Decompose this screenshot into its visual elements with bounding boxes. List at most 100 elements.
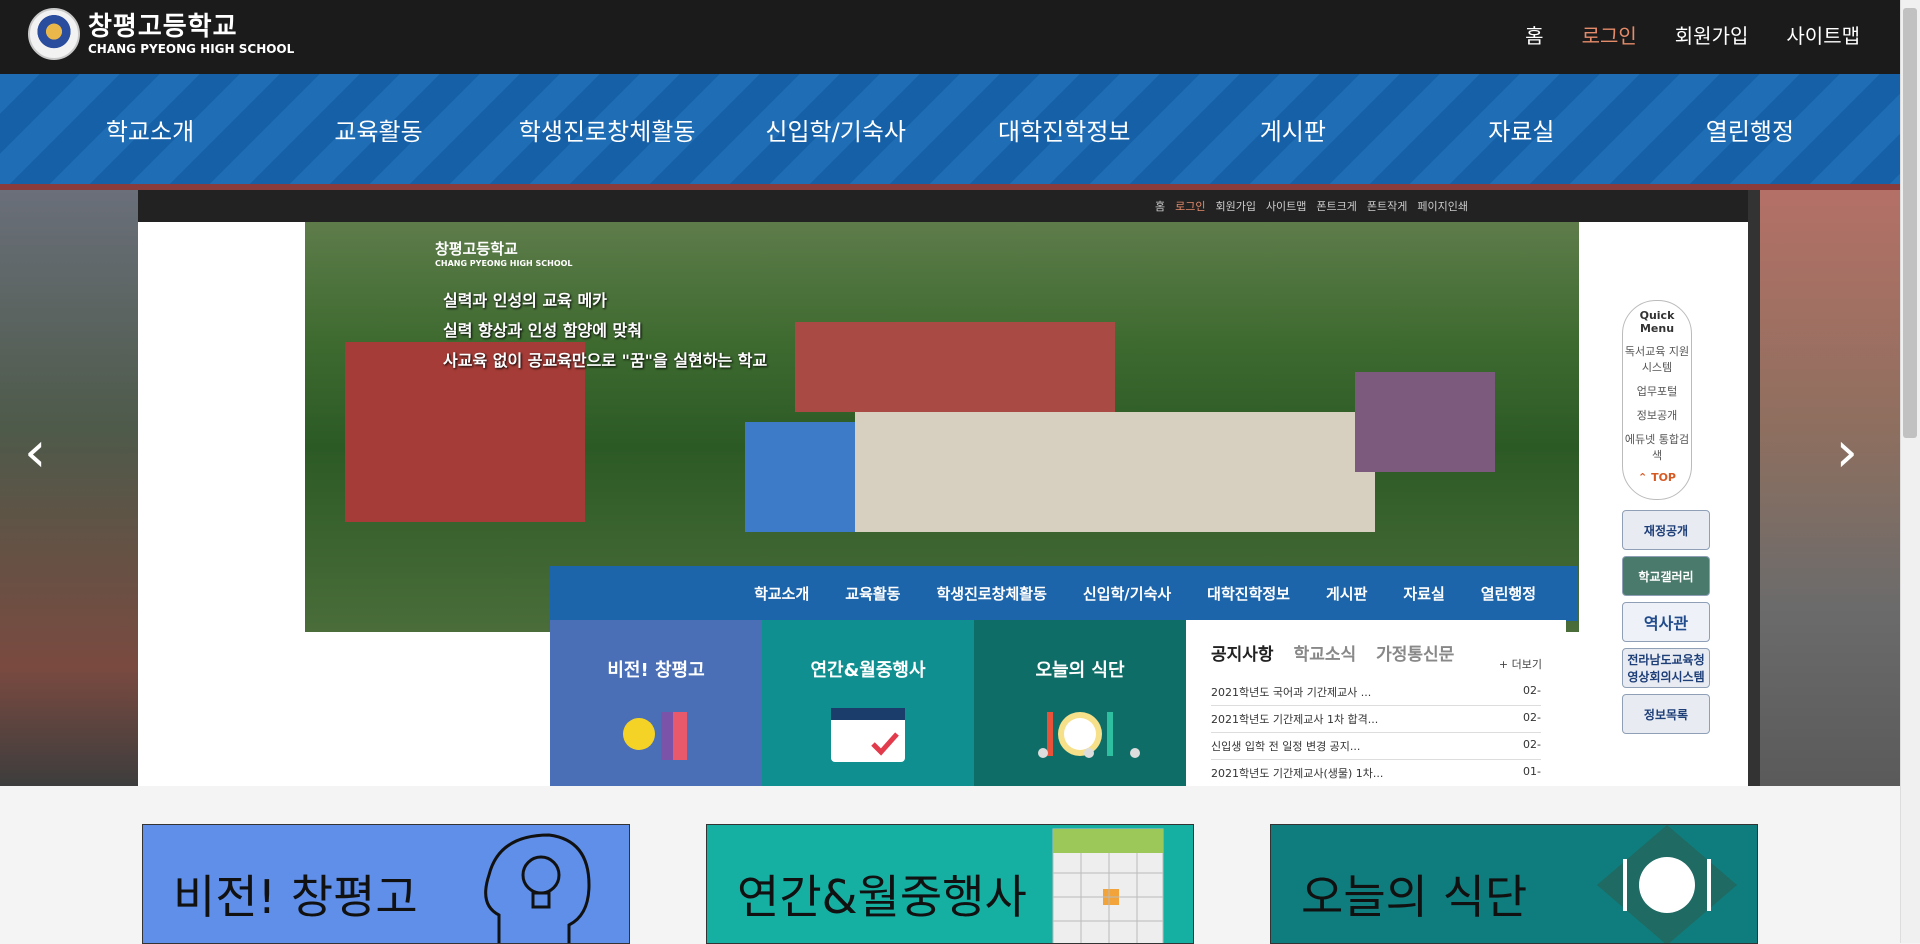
campus-logo-title: 창평고등학교 [435,240,518,258]
home-link[interactable]: 홈 [1525,20,1543,49]
slide-card-menu: 오늘의 식단 [974,620,1186,786]
slide-top-links: 홈 로그인 회원가입 사이트맵 폰트크게 폰트작게 페이지인쇄 [138,190,1748,222]
quick-menu-item: 독서교육 지원시스템 [1624,345,1690,374]
tab-school-news: 학교소식 [1293,645,1357,665]
nav-item-education[interactable]: 교육활동 [289,112,469,147]
calendar-icon [1052,828,1164,943]
nav-item-student-career[interactable]: 학생진로창체활동 [517,112,697,147]
utility-nav: 홈 로그인 회원가입 사이트맵 [1525,20,1860,49]
carousel-prev-button[interactable]: ‹ [24,420,46,485]
banner-info-list: 정보목록 [1622,694,1710,734]
nav-item-board[interactable]: 게시판 [1203,112,1383,147]
menu-card[interactable]: 오늘의 식단 [1270,824,1758,944]
hero-carousel: 홈 로그인 회원가입 사이트맵 폰트크게 폰트작게 페이지인쇄 창평고등학교 C… [0,190,1900,786]
list-item: 2021학년도 국어과 기간제교사 ... 02- [1211,679,1541,706]
notice-title: 신입생 입학 전 일정 변경 공지... [1211,740,1361,753]
building-shape [795,322,1115,412]
banner-history: 역사관 [1622,602,1710,642]
field-shape [855,412,1375,532]
notice-title: 2021학년도 기간제교사(생물) 1차... [1211,767,1384,780]
plate-cutlery-icon [1597,825,1737,943]
top-header: 창평고등학교 CHANG PYEONG HIGH SCHOOL 홈 로그인 회원… [0,0,1900,74]
list-item: 2021학년도 기간제교사(생물) 1차... 01- [1211,760,1541,786]
list-item: 신입생 입학 전 일정 변경 공지... 02- [1211,733,1541,760]
page-scrollbar[interactable] [1900,0,1920,943]
slide-link: 폰트작게 [1366,200,1408,213]
nav-item-resources[interactable]: 자료실 [1431,112,1611,147]
slide-link: 폰트크게 [1316,200,1357,213]
slide-nav-item: 신입학/기숙사 [1082,585,1172,603]
gym-shape [1355,372,1495,472]
slide-nav-item: 게시판 [1325,585,1368,603]
head-lightbulb-icon [484,833,591,943]
lightbulb-books-icon [623,712,687,760]
nav-item-admission[interactable]: 신입학/기숙사 [746,112,926,147]
campus-logo: 창평고등학교 CHANG PYEONG HIGH SCHOOL [435,238,573,268]
background-image-right [1760,190,1900,786]
school-logo[interactable]: 창평고등학교 CHANG PYEONG HIGH SCHOOL [28,8,294,60]
slide-notice-board: 공지사항 학교소식 가정통신문 + 더보기 2021학년도 국어과 기간제교사 … [1186,620,1566,786]
sitemap-link[interactable]: 사이트맵 [1786,20,1860,49]
login-link[interactable]: 로그인 [1582,20,1637,49]
nav-item-open-admin[interactable]: 열린행정 [1660,112,1840,147]
events-card[interactable]: 연간&월중행사 [706,824,1194,944]
quick-menu-title: Quick Menu [1639,309,1675,335]
banner-finance: 재정공개 [1622,510,1710,550]
signup-link[interactable]: 회원가입 [1675,20,1749,49]
notice-tabs: 공지사항 학교소식 가정통신문 [1211,640,1541,665]
notice-title: 2021학년도 국어과 기간제교사 ... [1211,686,1372,699]
slide-card-label: 비전! 창평고 [607,660,705,681]
tab-newsletter: 가정통신문 [1376,645,1455,665]
carousel-next-button[interactable]: › [1836,420,1858,485]
slide-screenshot: 홈 로그인 회원가입 사이트맵 폰트크게 폰트작게 페이지인쇄 창평고등학교 C… [138,190,1748,786]
slide-card-events: 연간&월중행사 [762,620,974,786]
notice-date: 02- [1523,738,1541,751]
background-image-left [0,190,140,786]
slide-link: 사이트맵 [1265,200,1307,213]
slogan: 실력과 인성의 교육 메카 실력 향상과 인성 함양에 맞춰 사교육 없이 공교… [443,286,767,376]
pager-dot [1130,748,1140,758]
slide-card-label: 오늘의 식단 [1035,660,1125,681]
slide-link: 회원가입 [1215,200,1256,213]
slide-link: 홈 [1154,200,1166,213]
scrollbar-thumb[interactable] [1903,8,1917,438]
slogan-line: 실력 향상과 인성 함양에 맞춰 [443,321,642,340]
slide-nav-item: 열린행정 [1480,585,1536,603]
quick-menu: Quick Menu 독서교육 지원시스템 업무포털 정보공개 에듀넷 통합검색… [1622,300,1692,500]
events-card-label: 연간&월중행사 [737,870,1027,924]
calendar-icon [831,708,905,762]
pager-dot [1084,748,1094,758]
vision-card[interactable]: 비전! 창평고 [142,824,630,944]
school-emblem-icon [28,8,80,60]
menu-card-label: 오늘의 식단 [1301,870,1528,924]
nav-item-school-intro[interactable]: 학교소개 [60,112,240,147]
court-shape [745,422,855,532]
slide-pager [1038,748,1140,758]
tab-notice: 공지사항 [1211,645,1274,665]
logo-title: 창평고등학교 [88,12,238,42]
slide-nav-item: 대학진학정보 [1207,585,1290,603]
slogan-line: 사교육 없이 공교육만으로 "꿈"을 실현하는 학교 [443,351,768,370]
quick-links: 비전! 창평고 연간&월중행사 오늘의 식단 [0,786,1900,944]
notice-date: 02- [1523,684,1541,697]
slogan-line: 실력과 인성의 교육 메카 [443,291,607,310]
slide-inner-nav: 학교소개 교육활동 학생진로창체활동 신입학/기숙사 대학진학정보 게시판 자료… [550,566,1578,621]
logo-subtitle: CHANG PYEONG HIGH SCHOOL [88,42,295,56]
quick-menu-item: 업무포털 [1636,385,1678,398]
list-item: 2021학년도 기간제교사 1차 합격... 02- [1211,706,1541,733]
slide-link: 로그인 [1175,200,1206,213]
vision-card-label: 비전! 창평고 [173,870,418,924]
top-label: TOP [1651,471,1676,484]
chevron-up-icon: ⌃ [1638,471,1648,484]
main-nav: 학교소개 교육활동 학생진로창체활동 신입학/기숙사 대학진학정보 게시판 자료… [0,74,1900,190]
banner-gallery: 학교갤러리 [1622,556,1710,596]
notice-title: 2021학년도 기간제교사 1차 합격... [1211,713,1379,726]
slide-nav-item: 교육활동 [845,585,901,603]
notice-date: 02- [1523,711,1541,724]
notice-date: 01- [1523,765,1541,778]
slide-card-vision: 비전! 창평고 [550,620,762,786]
slide-quick-cards: 비전! 창평고 연간&월중행사 오늘의 식단 [550,620,1186,786]
more-link: + 더보기 [1498,658,1542,671]
nav-item-college-info[interactable]: 대학진학정보 [974,112,1154,147]
banner-video-conf: 전라남도교육청 영상회의시스템 [1622,648,1710,688]
